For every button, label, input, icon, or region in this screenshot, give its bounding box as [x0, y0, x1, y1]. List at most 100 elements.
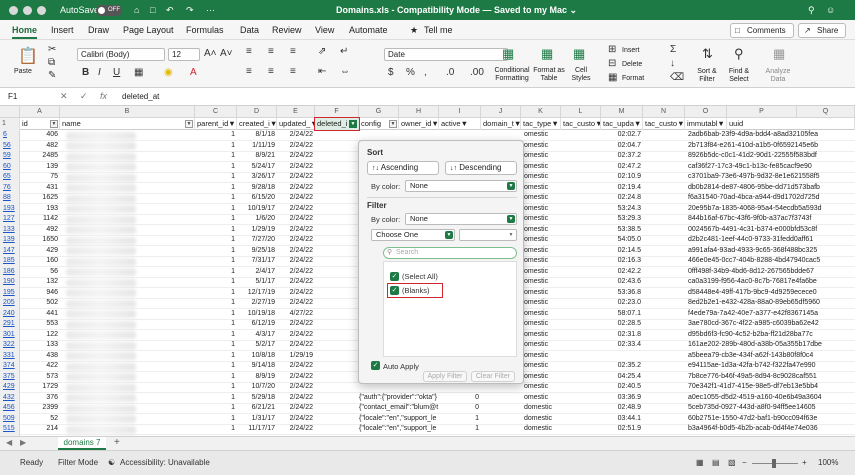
column-header[interactable]: N [643, 106, 685, 118]
comma-icon[interactable]: , [424, 67, 427, 78]
find-select-label[interactable]: Find & Select [724, 68, 754, 84]
decrease-font-icon[interactable]: A˅ [220, 48, 233, 59]
cell-updated[interactable]: 2/24/22 [277, 267, 315, 278]
tab-data[interactable]: Data [240, 25, 259, 35]
cell-updated[interactable]: 2/24/22 [277, 151, 315, 162]
cell-parent-id[interactable]: 1 [195, 214, 237, 225]
column-header[interactable]: J [481, 106, 521, 118]
cell-uuid[interactable]: e94115ae-1d3a-42fa-b742-f322fa47e990 [688, 361, 855, 372]
zoom-in-icon[interactable]: + [802, 458, 807, 467]
cell-parent-id[interactable]: 1 [195, 151, 237, 162]
filter-dropdown-icon[interactable]: ▼ [50, 120, 58, 128]
row-number[interactable]: 291 [0, 319, 20, 330]
cell-id[interactable]: 160 [20, 256, 60, 267]
row-number[interactable]: 205 [0, 298, 20, 309]
cell-active[interactable] [439, 130, 481, 141]
cell-updated[interactable]: 2/24/22 [277, 330, 315, 341]
delete-icon[interactable]: ⊟ [608, 58, 616, 69]
normal-view-icon[interactable]: ▦ [696, 458, 704, 467]
select-all-label[interactable]: (Select All) [402, 272, 438, 281]
row-number[interactable]: 331 [0, 350, 20, 361]
cell-tac-updated[interactable]: 04:25.4 [601, 372, 643, 383]
cell-tac-updated[interactable]: 02:33.4 [601, 340, 643, 351]
underline-icon[interactable]: U [113, 67, 120, 78]
increase-font-icon[interactable]: A˄ [204, 48, 217, 59]
row-number[interactable]: 133 [0, 224, 20, 235]
cell-tac-updated[interactable]: 53:36.8 [601, 288, 643, 299]
close-window-button[interactable] [9, 6, 18, 15]
column-header[interactable]: Q [797, 106, 855, 118]
number-format-combo[interactable]: Date [384, 48, 508, 61]
cell-updated[interactable]: 2/24/22 [277, 288, 315, 299]
cell-updated[interactable]: 2/24/22 [277, 141, 315, 152]
cell-uuid[interactable]: d2b2c481-1eef-44c0-9733-31fedd0aff61 [688, 235, 855, 246]
cell-uuid[interactable]: 70e342f1-41d7-415e-98e5-df7eb13e5bb4 [688, 382, 855, 393]
apply-filter-button[interactable]: Apply Filter [423, 371, 467, 382]
cell-uuid[interactable]: ca0a3199-f956-4ac0-8c7b-76817e4fa6be [688, 277, 855, 288]
tab-page-layout[interactable]: Page Layout [123, 25, 174, 35]
cell-tac-type[interactable]: omestic [524, 372, 561, 383]
cell-styles-icon[interactable]: ▦ [573, 46, 585, 62]
increase-decimal-icon[interactable]: .0 [446, 67, 454, 78]
cell-parent-id[interactable]: 1 [195, 340, 237, 351]
row-number[interactable]: 429 [0, 382, 20, 393]
column-header[interactable]: I [439, 106, 481, 118]
row-number[interactable]: 193 [0, 203, 20, 214]
cell-tac-type[interactable]: omestic [524, 225, 561, 236]
italic-icon[interactable]: I [98, 67, 101, 78]
prev-sheet-icon[interactable]: ◀ [6, 438, 12, 447]
tab-insert[interactable]: Insert [51, 25, 74, 35]
align-bottom-icon[interactable]: ≡ [290, 46, 296, 57]
cell-created[interactable]: 5/1/17 [237, 277, 277, 288]
formula-input[interactable]: deleted_at [122, 92, 159, 101]
cell-tac-type[interactable]: omestic [524, 172, 561, 183]
cell-tac-type[interactable]: omestic [524, 214, 561, 225]
cell-parent-id[interactable]: 1 [195, 298, 237, 309]
cell-parent-id[interactable]: 1 [195, 225, 237, 236]
cell-created[interactable]: 10/7/20 [237, 382, 277, 393]
page-layout-view-icon[interactable]: ▤ [712, 458, 720, 467]
cell-created[interactable]: 5/2/17 [237, 340, 277, 351]
column-header[interactable]: L [561, 106, 601, 118]
cell-updated[interactable]: 2/24/22 [277, 277, 315, 288]
cell-parent-id[interactable]: 1 [195, 309, 237, 320]
cell-id[interactable]: 429 [20, 246, 60, 257]
cell-uuid[interactable]: 466e0e45-0cc7-404b-8288-4bd47940cac5 [688, 256, 855, 267]
zoom-level[interactable]: 100% [818, 458, 838, 467]
clipboard-icon[interactable]: 📋 [18, 46, 38, 66]
cell-created[interactable]: 11/17/17 [237, 424, 277, 435]
bold-icon[interactable]: B [82, 67, 89, 78]
indent-decrease-icon[interactable]: ⇤ [318, 66, 326, 77]
cell-uuid[interactable]: 8926b5dc-c0c1-41d2-90d1-22555f583bdf [688, 151, 855, 162]
cell-id[interactable]: 441 [20, 309, 60, 320]
row-number[interactable]: 374 [0, 361, 20, 372]
cell-id[interactable]: 2485 [20, 151, 60, 162]
cell-updated[interactable]: 2/24/22 [277, 319, 315, 330]
cell-tac-updated[interactable]: 02:43.6 [601, 277, 643, 288]
cell-uuid[interactable]: d95bd6f3-fc90-4c52-b2ba-ff21d28ba77c [688, 330, 855, 341]
account-icon[interactable]: ☺ [826, 5, 835, 15]
zoom-window-button[interactable] [37, 6, 46, 15]
clear-filter-button[interactable]: Clear Filter [471, 371, 515, 382]
fill-icon[interactable]: ↓ [670, 58, 675, 69]
sort-color-select[interactable]: None ▼ [405, 180, 517, 192]
cell-tac-type[interactable]: omestic [524, 204, 561, 215]
cell-id[interactable]: 56 [20, 267, 60, 278]
cell-parent-id[interactable]: 1 [195, 183, 237, 194]
add-sheet-button[interactable]: + [114, 437, 120, 448]
cell-id[interactable]: 1729 [20, 382, 60, 393]
cell-tac-type[interactable]: omestic [524, 288, 561, 299]
field-header-uuid[interactable]: uuid [727, 118, 855, 130]
cell-created[interactable]: 8/9/21 [237, 151, 277, 162]
cell-tac-type[interactable]: omestic [524, 393, 561, 404]
choose-one-select[interactable]: Choose One ▼ [371, 229, 455, 241]
column-header[interactable]: C [195, 106, 237, 118]
field-header-owner[interactable]: owner_id▼ [399, 118, 439, 130]
cell-uuid[interactable]: f4ede79a-7a42-40e7-a377-e42f8367145a [688, 309, 855, 320]
cell-id[interactable]: 1142 [20, 214, 60, 225]
cell-created[interactable]: 1/29/19 [237, 225, 277, 236]
cell-id[interactable]: 376 [20, 393, 60, 404]
field-header-domain[interactable]: domain_t▼ [481, 118, 521, 130]
cell-tac-type[interactable]: omestic [524, 330, 561, 341]
cell-tac-type[interactable]: omestic [524, 361, 561, 372]
